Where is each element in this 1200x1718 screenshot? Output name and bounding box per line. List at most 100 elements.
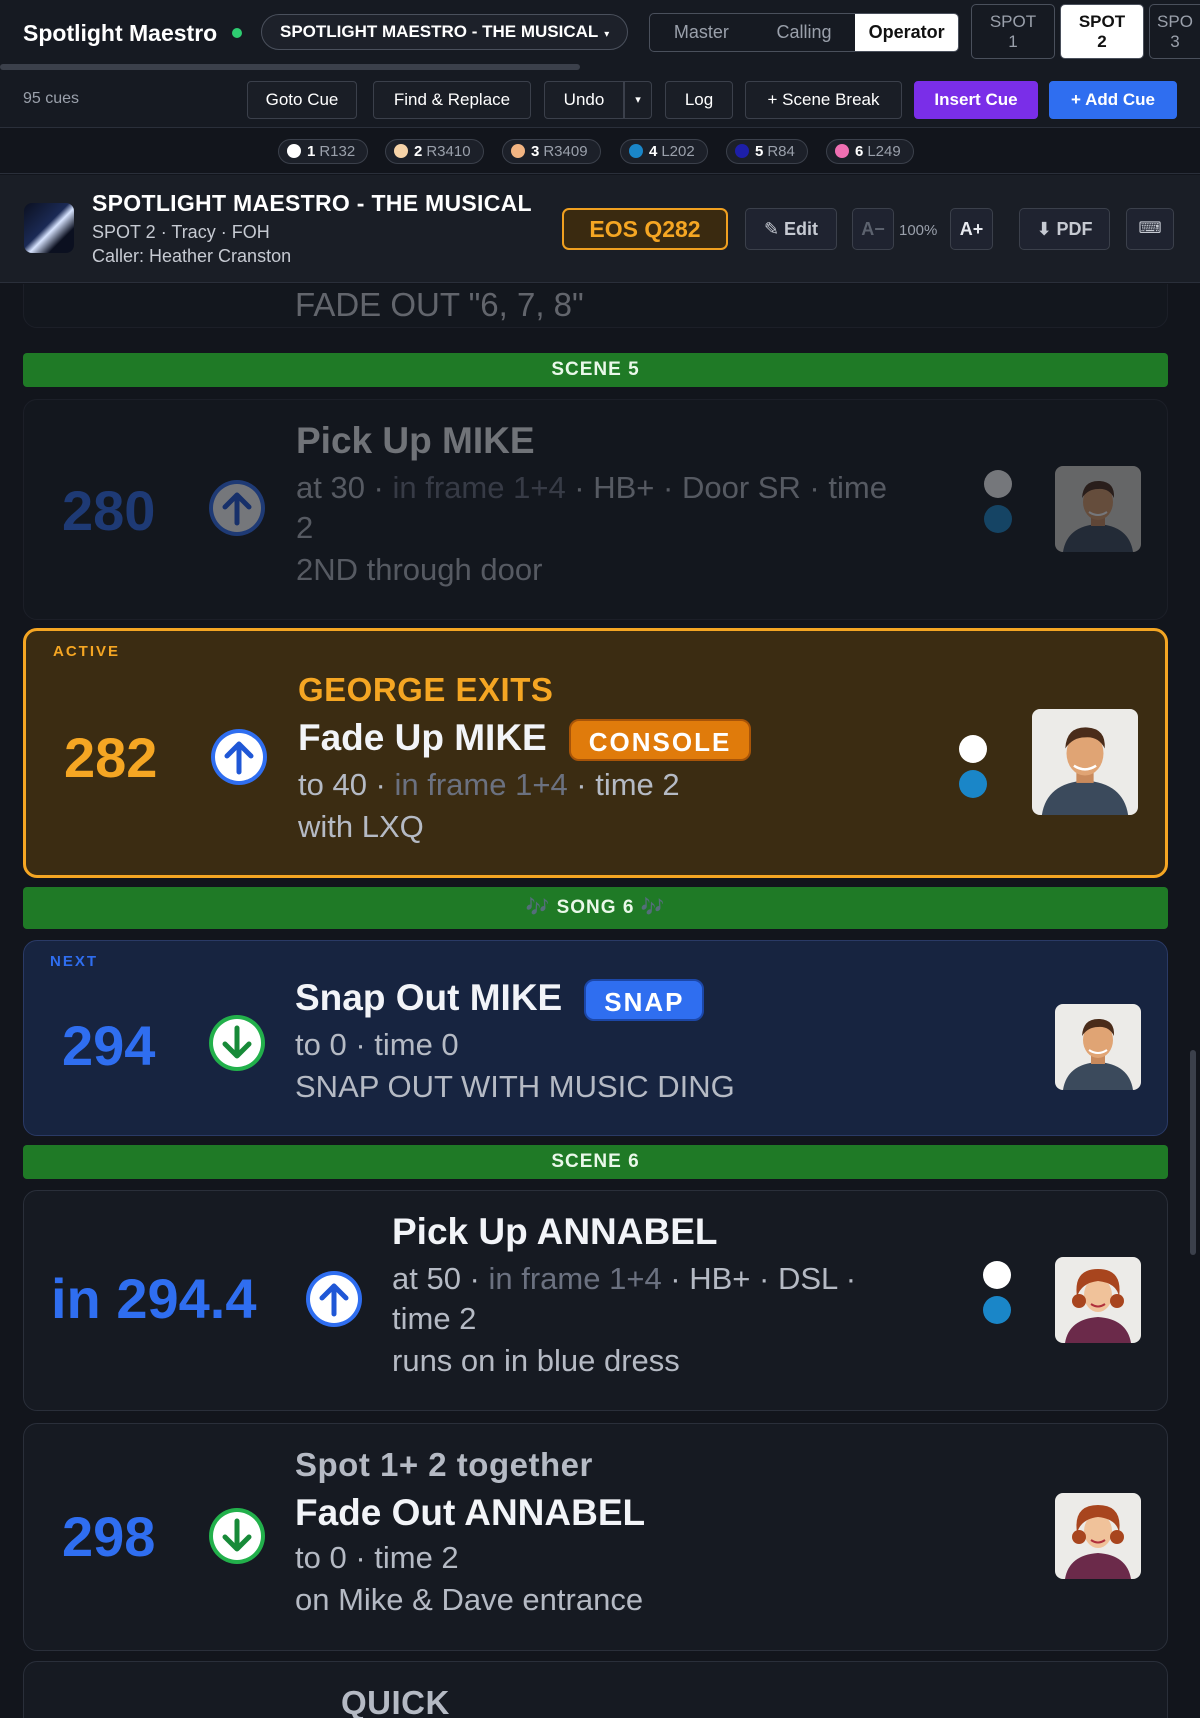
- keyboard-shortcuts-button[interactable]: ⌨: [1126, 208, 1174, 250]
- scene-break-scene-5: SCENE 5: [23, 353, 1168, 387]
- insert-cue-button[interactable]: Insert Cue: [914, 81, 1038, 119]
- frame-chip-4[interactable]: 4 L202: [620, 139, 708, 164]
- top-bar: Spotlight Maestro SPOTLIGHT MAESTRO - TH…: [0, 0, 1200, 128]
- goto-cue-button[interactable]: Goto Cue: [247, 81, 357, 119]
- pdf-button[interactable]: ⬇ PDF: [1019, 208, 1110, 250]
- cue-card-294-4[interactable]: in 294.4 Pick Up ANNABEL at 50 · in fram…: [23, 1190, 1168, 1411]
- tab-master[interactable]: Master: [650, 14, 753, 51]
- cue-text: Spot 1+ 2 together Fade Out ANNABEL to 0…: [295, 1446, 935, 1622]
- color-dot: [629, 144, 643, 158]
- actor-avatar-mike: [1055, 1004, 1141, 1090]
- spot-tab-2[interactable]: SPOT 2: [1060, 4, 1144, 59]
- cue-card[interactable]: FADE OUT "6, 7, 8": [23, 284, 1168, 328]
- frame-chip-3[interactable]: 3 R3409: [502, 139, 601, 164]
- connection-status-dot: [232, 28, 242, 38]
- font-increase-button[interactable]: A+: [950, 208, 993, 250]
- frame-number: 2: [414, 143, 423, 160]
- find-replace-button[interactable]: Find & Replace: [373, 81, 531, 119]
- cue-note: with LXQ: [298, 809, 424, 845]
- log-button[interactable]: Log: [665, 81, 733, 119]
- show-select-label: SPOTLIGHT MAESTRO - THE MUSICAL: [280, 22, 599, 41]
- tab-operator[interactable]: Operator: [855, 14, 958, 51]
- chevron-down-icon: ▾: [604, 29, 610, 40]
- cue-detail-text: · HB+ · DSL ·: [661, 1261, 857, 1296]
- cue-card-282[interactable]: ACTIVE 282 GEORGE EXITS Fade Up MIKE CONS…: [23, 628, 1168, 878]
- frame-number: 3: [531, 143, 540, 160]
- cue-detail: to 0 · time 0: [295, 1027, 459, 1063]
- add-cue-button[interactable]: + Add Cue: [1049, 81, 1177, 119]
- arrow-down-icon: [207, 1506, 267, 1566]
- cue-detail-wrap: 2: [296, 510, 314, 545]
- arrow-up-icon: [207, 478, 267, 538]
- cue-detail: at 30 · in frame 1+4 · HB+ · Door SR · t…: [296, 468, 926, 508]
- cue-text: Pick Up ANNABEL at 50 · in frame 1+4 · H…: [392, 1211, 932, 1383]
- cue-action-row: Fade Up MIKE CONSOLE: [298, 717, 918, 762]
- spot-tab-1[interactable]: SPOT 1: [971, 4, 1055, 59]
- frame-indicator-dot: [984, 505, 1012, 533]
- undo-menu-button[interactable]: ▾: [624, 81, 652, 119]
- frame-indicator-dot: [983, 1261, 1011, 1289]
- vertical-scrollbar[interactable]: [1190, 1050, 1196, 1255]
- color-dot: [287, 144, 301, 158]
- cue-detail-text: at 30 ·: [296, 470, 393, 505]
- scene-break-button[interactable]: + Scene Break: [745, 81, 902, 119]
- frame-chip-1[interactable]: 1 R132: [278, 139, 369, 164]
- frame-gel: R132: [319, 143, 356, 160]
- frame-gel: L249: [867, 143, 901, 160]
- spot-tab-label: SPOT: [989, 12, 1037, 31]
- frame-chip-6[interactable]: 6 L249: [826, 139, 914, 164]
- horizontal-scrollbar[interactable]: [0, 64, 580, 70]
- color-frames-row: 1 R132 2 R3410 3 R3409 4 L202 5 R84 6 L249: [0, 129, 1200, 174]
- cue-card[interactable]: QUICK: [23, 1661, 1168, 1718]
- arrow-down-icon: [207, 1013, 267, 1073]
- cue-number: in 294.4: [51, 1267, 257, 1330]
- frame-gel: R3409: [543, 143, 588, 160]
- snap-badge: SNAP: [584, 979, 705, 1022]
- cue-action: Pick Up ANNABEL: [392, 1211, 718, 1252]
- spot-tab-3[interactable]: SPO 3: [1149, 4, 1200, 59]
- spot-tab-number: 1: [1008, 32, 1018, 51]
- scene-break-song-6: 🎶 SONG 6 🎶: [23, 887, 1168, 929]
- cue-count: 95 cues: [23, 90, 80, 107]
- cue-card-280[interactable]: 280 Pick Up MIKE at 30 · in frame 1+4 · …: [23, 399, 1168, 620]
- color-dot: [511, 144, 525, 158]
- frame-gel: R3410: [426, 143, 471, 160]
- frame-indicator-dot: [959, 770, 987, 798]
- undo-button[interactable]: Undo: [544, 81, 624, 119]
- frame-number: 4: [649, 143, 658, 160]
- cue-detail-text: · time 2: [567, 767, 680, 803]
- frame-gel: R84: [767, 143, 795, 160]
- edit-button[interactable]: ✎ Edit: [745, 208, 837, 250]
- show-select[interactable]: SPOTLIGHT MAESTRO - THE MUSICAL ▾: [261, 14, 629, 50]
- frame-chip-5[interactable]: 5 R84: [726, 139, 808, 164]
- show-info-bar: SPOTLIGHT MAESTRO - THE MUSICAL SPOT 2 ·…: [0, 175, 1200, 283]
- cue-number: 294: [62, 1014, 156, 1077]
- color-dot: [394, 144, 408, 158]
- cue-card-294[interactable]: NEXT 294 Snap Out MIKE SNAP to 0 · time 0…: [23, 940, 1168, 1136]
- app-title: Spotlight Maestro: [23, 20, 218, 46]
- cue-text: GEORGE EXITS Fade Up MIKE CONSOLE to 40 ·…: [298, 671, 918, 849]
- cue-card-298[interactable]: 298 Spot 1+ 2 together Fade Out ANNABEL …: [23, 1423, 1168, 1651]
- frame-chip-2[interactable]: 2 R3410: [385, 139, 484, 164]
- cue-detail-text: to 40 ·: [298, 767, 395, 803]
- caller-info: Caller: Heather Cranston: [92, 246, 292, 266]
- actor-avatar-annabel: [1055, 1257, 1141, 1343]
- actor-avatar-mike: [1032, 709, 1138, 815]
- cue-detail-text: at 50 ·: [392, 1261, 489, 1296]
- cue-note: FADE OUT "6, 7, 8": [295, 286, 584, 323]
- cue-detail: to 0 · time 2: [295, 1540, 459, 1575]
- tab-calling[interactable]: Calling: [753, 14, 856, 51]
- cue-note: runs on in blue dress: [392, 1343, 680, 1378]
- cue-note: on Mike & Dave entrance: [295, 1582, 644, 1617]
- cue-action-row: Snap Out MIKE SNAP: [295, 977, 935, 1022]
- frame-number: 1: [307, 143, 316, 160]
- frame-detail: in frame 1+4: [392, 470, 566, 505]
- frame-number: 5: [755, 143, 764, 160]
- spot-tab-number: 2: [1097, 32, 1107, 51]
- cue-action: Fade Out ANNABEL: [295, 1492, 646, 1533]
- cue-lead: QUICK: [341, 1684, 450, 1718]
- mode-switcher: Master Calling Operator: [649, 13, 959, 52]
- font-decrease-button[interactable]: A−: [852, 208, 894, 250]
- scene-break-scene-6: SCENE 6: [23, 1145, 1168, 1179]
- frame-detail: in frame 1+4: [488, 1261, 662, 1296]
